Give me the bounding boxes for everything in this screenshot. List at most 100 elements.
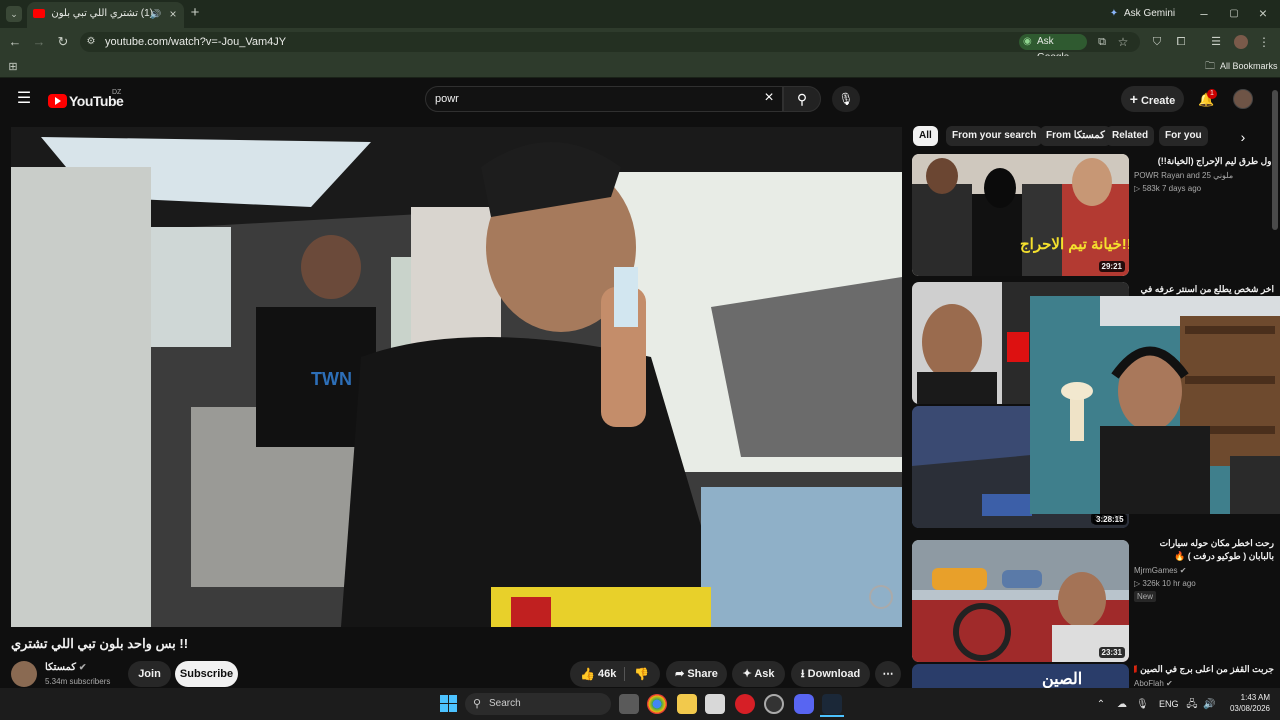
maximize-icon[interactable]: ▢ [1228, 6, 1240, 22]
bookmark-star-icon[interactable]: ☆ [1116, 34, 1130, 50]
channel-avatar[interactable] [11, 661, 37, 687]
like-count[interactable]: 46k [598, 661, 616, 687]
plus-icon: + [1129, 91, 1138, 107]
network-icon[interactable]: 🖧 [1186, 697, 1198, 713]
share-button[interactable]: ➦ Share [666, 661, 727, 687]
browser-menu-icon[interactable]: ⋮ [1258, 34, 1270, 50]
related-video-channel-row[interactable]: AboFlah ✔ [1134, 679, 1173, 688]
like-dislike-group: 👍 46k 👎 [570, 661, 660, 687]
dislike-icon[interactable]: 👎 [634, 661, 649, 687]
search-input[interactable]: powr × [425, 86, 783, 112]
chrome-app-icon[interactable] [647, 694, 667, 714]
related-video-title[interactable]: اول طرق ليم الإحراج (الخيانة!!) [1134, 156, 1274, 167]
youtube-play-logo-icon [48, 94, 67, 108]
chip-related[interactable]: Related [1106, 126, 1155, 146]
like-icon[interactable]: 👍 [580, 661, 595, 687]
chip-for-you[interactable]: For you [1159, 126, 1208, 146]
search-button[interactable]: ⚲ [783, 86, 821, 112]
page-scrollbar-thumb[interactable] [1272, 90, 1278, 230]
related-video-channel[interactable]: MjrmGames [1134, 566, 1178, 575]
related-video-channel[interactable]: POWR Rayan and 25 ملوني [1134, 171, 1233, 180]
all-bookmarks-link[interactable]: All Bookmarks [1220, 61, 1278, 71]
channel-name[interactable]: كمستكا [45, 662, 76, 673]
language-indicator[interactable]: ENG [1159, 699, 1179, 709]
svg-text:خيانة تيم الاحراج!!: خيانة تيم الاحراج!! [1020, 236, 1129, 253]
url-text: youtube.com/watch?v=-Jou_Vam4JY [105, 36, 287, 48]
browser-tab[interactable]: (1) تشتري اللي تبي بلون واحـ 🔊 × [27, 2, 184, 28]
video-duration: 3:28:15 [1093, 514, 1127, 525]
close-window-icon[interactable]: × [1257, 5, 1269, 21]
youtube-logo[interactable]: YouTube DZ [48, 89, 148, 110]
create-button[interactable]: + Create [1121, 86, 1184, 112]
apps-grid-icon[interactable]: ⊞ [6, 59, 20, 75]
system-clock[interactable]: 1:43 AM 03/08/2026 [1222, 692, 1270, 714]
taskbar-search-label: Search [489, 698, 521, 709]
app-icon[interactable] [764, 694, 784, 714]
tray-overflow-icon[interactable]: ⌃ [1095, 697, 1107, 713]
shield-extension-icon[interactable]: ⛉ [1150, 34, 1164, 50]
discord-icon[interactable] [794, 694, 814, 714]
download-button[interactable]: ⭳ Download [791, 661, 870, 687]
ask-google-button[interactable]: ◉ Ask Google [1019, 34, 1087, 63]
join-button[interactable]: Join [128, 661, 171, 687]
opera-gx-icon[interactable] [735, 694, 755, 714]
like-divider [624, 667, 625, 681]
account-avatar[interactable] [1233, 89, 1253, 109]
windows-start-icon[interactable] [440, 695, 457, 712]
extensions-icon[interactable]: ⧠ [1174, 34, 1188, 50]
related-video-channel-row[interactable]: MjrmGames ✔ [1134, 566, 1187, 575]
related-video-views: 326k 10 hr ago [1142, 579, 1196, 588]
site-info-icon[interactable]: ⚙ [85, 34, 97, 50]
chip-from-channel[interactable]: From كمستكا [1040, 126, 1111, 146]
snipping-tool-icon[interactable] [705, 694, 725, 714]
url-field[interactable]: ⚙ youtube.com/watch?v=-Jou_Vam4JY [80, 32, 1140, 52]
back-icon[interactable]: ← [7, 34, 23, 50]
microphone-icon: 🎙 [838, 92, 854, 106]
ask-button[interactable]: ✦ Ask [732, 661, 785, 687]
channel-name-row[interactable]: كمستكا ✔ [45, 662, 86, 673]
related-video-title[interactable]: رحت اخطر مكان حوله سيارات بالبابان ( طوك… [1134, 537, 1274, 563]
volume-icon[interactable]: 🔊 [1203, 697, 1215, 713]
new-tab-icon[interactable]: + [187, 5, 203, 21]
related-video-title[interactable]: اخر شخص يطلع من اسنتر عرفه في [1134, 284, 1274, 295]
close-tab-icon[interactable]: × [167, 6, 179, 22]
notifications-button[interactable]: 🔔 1 [1198, 89, 1217, 109]
related-video-thumbnail[interactable]: الصين [912, 664, 1129, 688]
more-actions-button[interactable]: ⋯ [875, 661, 901, 687]
svg-text:TWN: TWN [311, 369, 352, 389]
chip-from-your-search[interactable]: From your search [946, 126, 1043, 146]
clear-search-icon[interactable]: × [761, 90, 777, 106]
steam-icon[interactable] [822, 694, 842, 714]
reading-list-icon[interactable]: ☰ [1209, 34, 1223, 50]
profile-avatar[interactable] [1234, 35, 1248, 49]
related-video-thumbnail[interactable]: خيانة تيم الاحراج!! 29:21 [912, 154, 1129, 276]
download-icon: ⭳ [800, 668, 808, 680]
related-video-thumbnail[interactable]: 23:31 [912, 540, 1129, 662]
share-icon: ➦ [675, 668, 688, 680]
verified-icon: ✔ [1163, 679, 1173, 688]
clock-time: 1:43 AM [1240, 693, 1270, 702]
taskbar-search[interactable]: ⚲ Search [465, 693, 611, 715]
tab-list-icon[interactable]: ⌄ [6, 6, 22, 22]
subscribe-button[interactable]: Subscribe [175, 661, 238, 687]
related-video-channel[interactable]: AboFlah [1134, 679, 1164, 688]
ask-gemini-button[interactable]: ✦ Ask Gemini [1106, 6, 1175, 22]
chip-all[interactable]: All [913, 126, 938, 146]
verified-icon: ✔ [78, 662, 87, 672]
tray-mic-icon[interactable]: 🎙 [1136, 697, 1149, 713]
onedrive-icon[interactable]: ☁ [1115, 697, 1129, 713]
related-video-title[interactable]: جربت القفز من اعلى برج في الصين 🇨🇳 [1134, 664, 1274, 675]
gemini-icon: ✦ [1109, 8, 1119, 19]
guide-menu-icon[interactable]: ☰ [16, 91, 32, 107]
minimize-icon[interactable]: – [1198, 6, 1210, 22]
chips-next-icon[interactable]: › [1236, 129, 1250, 145]
video-duration: 23:31 [1098, 647, 1125, 658]
task-view-icon[interactable] [619, 694, 639, 714]
forward-icon[interactable]: → [31, 34, 47, 50]
file-explorer-icon[interactable] [677, 694, 697, 714]
video-player[interactable]: TWN [11, 127, 902, 627]
install-app-icon[interactable]: ⧉ [1095, 34, 1109, 50]
voice-search-button[interactable]: 🎙 [832, 86, 860, 112]
reload-icon[interactable]: ↻ [55, 34, 71, 50]
audio-playing-icon[interactable]: 🔊 [150, 6, 162, 22]
